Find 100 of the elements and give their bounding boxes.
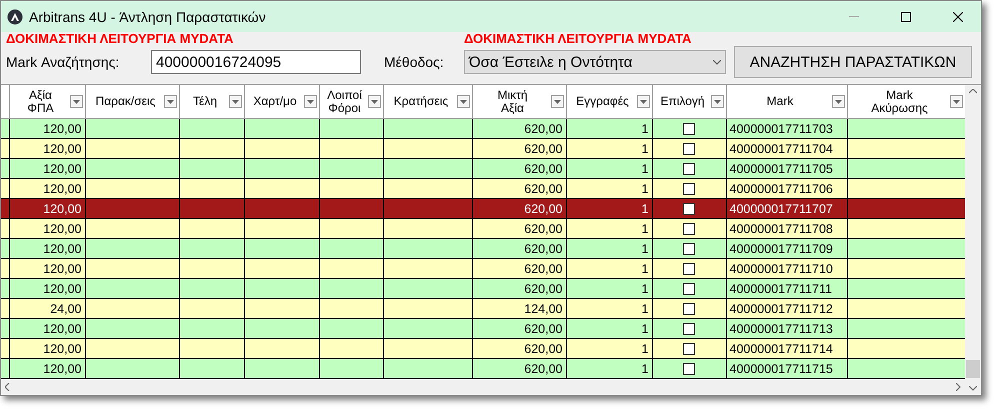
table-cell: 120,00	[9, 358, 85, 378]
select-checkbox[interactable]	[683, 183, 695, 196]
table-cell: 24,00	[9, 298, 85, 318]
table-cell: 1	[566, 298, 652, 318]
filter-dropdown-icon[interactable]	[456, 95, 470, 108]
filter-dropdown-icon[interactable]	[636, 95, 650, 108]
table-cell: 400000017711712	[726, 298, 847, 318]
table-cell: 620,00	[472, 178, 566, 198]
select-checkbox[interactable]	[683, 343, 695, 356]
caret-icon	[713, 60, 721, 64]
filter-dropdown-icon[interactable]	[832, 95, 844, 108]
select-checkbox[interactable]	[683, 323, 695, 336]
table-cell: 620,00	[472, 118, 566, 138]
table-cell: 620,00	[472, 138, 566, 158]
select-checkbox[interactable]	[683, 303, 695, 316]
table-cell: 620,00	[472, 218, 566, 238]
filter-dropdown-icon[interactable]	[550, 95, 564, 108]
select-checkbox[interactable]	[683, 263, 695, 276]
select-checkbox[interactable]	[683, 143, 695, 156]
search-label: Mark Αναζήτησης:	[6, 54, 120, 70]
column-header[interactable]: Λοιποί Φόροι	[319, 85, 383, 118]
table-cell: 1	[566, 358, 652, 378]
select-checkbox[interactable]	[683, 223, 695, 236]
table-cell: 400000017711706	[726, 178, 847, 198]
column-header[interactable]: Επιλογή	[652, 85, 726, 118]
horizontal-scrollbar[interactable]	[1, 379, 965, 395]
table-cell: 124,00	[472, 298, 566, 318]
column-header[interactable]: Mark	[726, 85, 847, 118]
filter-dropdown-icon[interactable]	[164, 95, 176, 108]
table-cell: 620,00	[472, 358, 566, 378]
search-button[interactable]: ΑΝΑΖΗΤΗΣΗ ΠΑΡΑΣΤΑΤΙΚΩΝ	[734, 46, 972, 78]
select-checkbox[interactable]	[683, 243, 695, 256]
filter-dropdown-icon[interactable]	[950, 95, 962, 108]
column-header[interactable]: Κρατήσεις	[383, 85, 472, 118]
table-cell: 120,00	[9, 258, 85, 278]
table-cell: 120,00	[9, 138, 85, 158]
filter-dropdown-icon[interactable]	[228, 95, 242, 108]
table-cell: 400000017711704	[726, 138, 847, 158]
method-label: Μέθοδος:	[384, 54, 445, 70]
table-cell: 1	[566, 158, 652, 178]
table-cell: 1	[566, 178, 652, 198]
close-icon[interactable]	[953, 12, 963, 22]
table-cell: 120,00	[9, 218, 85, 238]
filter-dropdown-icon[interactable]	[304, 95, 316, 108]
table-cell: 400000017711711	[726, 278, 847, 298]
column-header[interactable]: Χαρτ/μο	[244, 85, 319, 118]
table-cell: 400000017711714	[726, 338, 847, 358]
table-cell: 400000017711709	[726, 238, 847, 258]
table-cell: 120,00	[9, 318, 85, 338]
scroll-thumb[interactable]	[966, 360, 980, 378]
table-cell: 620,00	[472, 258, 566, 278]
table-cell: 400000017711708	[726, 218, 847, 238]
app-logo-icon	[7, 8, 23, 24]
table-cell: 1	[566, 218, 652, 238]
table-cell: 120,00	[9, 278, 85, 298]
column-header[interactable]: Εγγραφές	[566, 85, 652, 118]
table-cell: 120,00	[9, 178, 85, 198]
table-cell: 620,00	[472, 338, 566, 358]
table-cell: 120,00	[9, 238, 85, 258]
table-cell: 400000017711705	[726, 158, 847, 178]
scroll-left-icon[interactable]	[5, 383, 10, 391]
filter-dropdown-icon[interactable]	[368, 95, 380, 108]
select-checkbox[interactable]	[683, 203, 695, 216]
method-dropdown[interactable]: Όσα Έστειλε η Οντότητα	[464, 50, 726, 74]
column-header[interactable]: Αξία ΦΠΑ	[9, 85, 85, 118]
scroll-right-icon[interactable]	[956, 383, 961, 391]
scroll-down-icon[interactable]	[969, 386, 977, 391]
table-cell: 120,00	[9, 198, 85, 218]
select-checkbox[interactable]	[683, 163, 695, 176]
column-header[interactable]: Mark Ακύρωσης	[847, 85, 965, 118]
select-checkbox[interactable]	[683, 363, 695, 376]
column-header[interactable]: Μικτή Αξία	[472, 85, 566, 118]
table-cell: 1	[566, 238, 652, 258]
vertical-scrollbar[interactable]	[965, 85, 981, 395]
table-cell: 620,00	[472, 198, 566, 218]
table-cell: 120,00	[9, 118, 85, 138]
table-cell: 1	[566, 338, 652, 358]
table-cell: 1	[566, 258, 652, 278]
scroll-up-icon[interactable]	[969, 89, 977, 94]
filter-dropdown-icon[interactable]	[70, 95, 82, 108]
table-cell: 400000017711710	[726, 258, 847, 278]
maximize-icon[interactable]	[901, 12, 911, 22]
filter-dropdown-icon[interactable]	[710, 95, 724, 108]
column-header[interactable]: Τέλη	[179, 85, 244, 118]
table-cell: 1	[566, 198, 652, 218]
table-cell: 1	[566, 318, 652, 338]
select-checkbox[interactable]	[683, 283, 695, 296]
select-checkbox[interactable]	[683, 123, 695, 136]
table-cell: 620,00	[472, 318, 566, 338]
column-header[interactable]: Παρακ/σεις	[85, 85, 179, 118]
table-cell: 120,00	[9, 158, 85, 178]
table-cell: 620,00	[472, 158, 566, 178]
search-field[interactable]: 400000016724095	[151, 50, 361, 74]
table-cell: 400000017711707	[726, 198, 847, 218]
table-cell: 1	[566, 138, 652, 158]
test-mode-label: ΔΟΚΙΜΑΣΤΙΚΗ ΛΕΙΤΟΥΡΓΙΑ MYDATA	[6, 32, 234, 46]
table-cell: 400000017711713	[726, 318, 847, 338]
window-title: Arbitrans 4U - Άντληση Παραστατικών	[29, 8, 267, 24]
table-cell: 620,00	[472, 238, 566, 258]
table-cell: 620,00	[472, 278, 566, 298]
